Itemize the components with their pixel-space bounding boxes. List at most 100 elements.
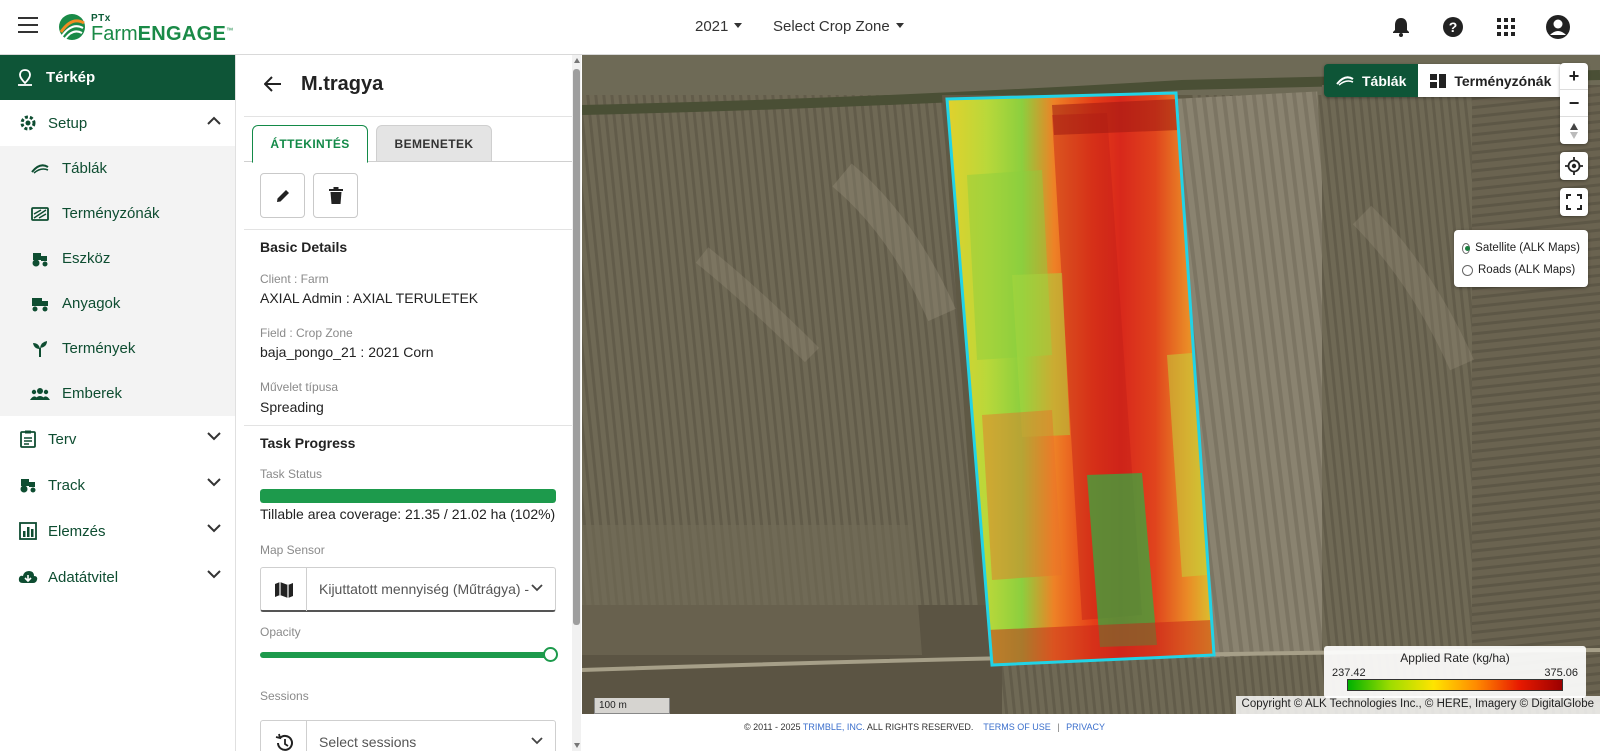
zoom-controls: + − (1560, 63, 1588, 144)
field-label: Field : Crop Zone (260, 326, 353, 340)
map-sensor-value: Kijuttatott mennyiség (Műtrágya) - kg/ha (319, 581, 531, 597)
sidebar-item-setup[interactable]: Setup (0, 100, 235, 146)
logo-engage: ENGAGE (137, 23, 227, 45)
people-icon (30, 384, 50, 404)
sidebar-item-terkep[interactable]: Térkép (0, 55, 235, 100)
sprout-icon (30, 339, 50, 359)
scale-bar: 100 m (594, 698, 670, 714)
edit-button[interactable] (260, 173, 305, 218)
map-attribution: Copyright © ALK Technologies Inc., © HER… (1235, 696, 1600, 714)
rate-legend: Applied Rate (kg/ha) 237.42 375.06 (1324, 646, 1586, 698)
tab-overview[interactable]: ÁTTEKINTÉS (252, 125, 368, 163)
footer-privacy-link[interactable]: PRIVACY (1066, 722, 1105, 732)
tractor-icon (30, 249, 50, 269)
client-value: AXIAL Admin : AXIAL TERULETEK (260, 290, 479, 306)
client-label: Client : Farm (260, 272, 329, 286)
chevron-down-icon (531, 737, 543, 745)
scroll-down-icon[interactable] (574, 743, 580, 748)
sidebar-item-label: Setup (48, 114, 88, 132)
locate-button[interactable] (1560, 152, 1588, 180)
sidebar-item-label: Táblák (62, 160, 108, 177)
delete-button[interactable] (313, 173, 358, 218)
task-status-label: Task Status (260, 467, 323, 481)
sessions-label: Sessions (260, 689, 309, 703)
field-value: baja_pongo_21 : 2021 Corn (260, 344, 434, 360)
map-sensor-label: Map Sensor (260, 543, 325, 557)
pencil-icon (276, 189, 289, 202)
zoom-out-button[interactable]: − (1560, 90, 1588, 117)
map-pin-icon (18, 68, 32, 86)
zoom-in-button[interactable]: + (1560, 63, 1588, 90)
action-bar (244, 162, 572, 230)
scrollbar-thumb[interactable] (573, 69, 580, 625)
compass-button[interactable] (1560, 117, 1588, 144)
crop-zone-value: Select Crop Zone (773, 18, 890, 35)
legend-min: 237.42 (1332, 667, 1366, 679)
sidebar-item-emberek[interactable]: Emberek (0, 371, 235, 416)
sidebar-item-elemzes[interactable]: Elemzés (0, 508, 235, 554)
fullscreen-button[interactable] (1560, 188, 1588, 216)
chevron-down-icon (207, 432, 221, 441)
slider-handle[interactable] (543, 647, 558, 662)
gear-icon (18, 113, 38, 133)
basemap-satellite-label: Satellite (ALK Maps) (1475, 242, 1580, 254)
legend-color-bar (1347, 679, 1563, 691)
sidebar-item-eszkoz[interactable]: Eszköz (0, 236, 235, 281)
apps-grid-icon[interactable] (1493, 14, 1519, 40)
sidebar-item-label: Elemzés (48, 522, 106, 540)
svg-text:?: ? (1449, 19, 1458, 35)
toggle-fields-button[interactable]: Táblák (1324, 64, 1419, 97)
menu-icon[interactable] (18, 17, 38, 33)
map-sensor-select[interactable]: Kijuttatott mennyiség (Műtrágya) - kg/ha (260, 567, 556, 612)
top-bar: PTx FarmENGAGE™ 2021 Select Crop Zone ? (0, 0, 1600, 55)
sidebar-item-terv[interactable]: Terv (0, 416, 235, 462)
sidebar-item-label: Térkép (46, 69, 96, 86)
sidebar-item-label: Eszköz (62, 250, 111, 267)
account-icon[interactable] (1545, 14, 1571, 40)
sidebar: Térkép Setup Táblák Terményzónák Eszköz … (0, 55, 236, 751)
chevron-down-icon (531, 584, 543, 592)
task-details-panel: M.tragya ÁTTEKINTÉS BEMENETEK Basic Deta… (244, 55, 572, 751)
bell-icon[interactable] (1388, 14, 1414, 40)
sidebar-item-termenyzonak[interactable]: Terményzónák (0, 191, 235, 236)
year-dropdown[interactable]: 2021 (695, 18, 743, 35)
help-icon[interactable]: ? (1440, 14, 1466, 40)
caret-down-icon (734, 22, 743, 28)
chevron-up-icon (207, 116, 221, 125)
toggle-cropzones-button[interactable]: Terményzónák (1418, 64, 1564, 97)
radio-unselected[interactable] (1462, 264, 1473, 276)
panel-scrollbar[interactable] (572, 55, 581, 751)
field-rate-layer[interactable] (947, 93, 1214, 665)
operation-type-label: Művelet típusa (260, 380, 339, 394)
footer-trimble-link[interactable]: TRIMBLE, INC. (803, 722, 865, 732)
compass-icon (1570, 122, 1578, 139)
map-view[interactable]: Táblák Terményzónák + − Satellite (ALK M… (582, 55, 1600, 751)
back-arrow-icon[interactable] (264, 75, 282, 93)
basemap-roads-option[interactable]: Roads (ALK Maps) (1462, 259, 1580, 281)
chevron-down-icon (207, 570, 221, 579)
toggle-cropzones-label: Terményzónák (1454, 72, 1552, 89)
tab-inputs[interactable]: BEMENETEK (376, 125, 492, 162)
crop-zone-dropdown[interactable]: Select Crop Zone (773, 18, 904, 35)
basemap-satellite-option[interactable]: Satellite (ALK Maps) (1462, 237, 1580, 259)
sidebar-item-label: Terv (48, 430, 77, 448)
footer-rights: ALL RIGHTS RESERVED. (866, 722, 974, 732)
slider-rail (260, 652, 550, 658)
sessions-select[interactable]: Select sessions (260, 720, 556, 751)
map-icon (261, 568, 307, 611)
sessions-placeholder: Select sessions (319, 734, 417, 750)
sidebar-item-tablak[interactable]: Táblák (0, 146, 235, 191)
sidebar-item-termenyek[interactable]: Termények (0, 326, 235, 371)
task-progress-heading: Task Progress (260, 435, 356, 451)
radio-selected[interactable] (1462, 242, 1471, 254)
sidebar-item-anyagok[interactable]: Anyagok (0, 281, 235, 326)
footer-text: © 2011 - 2025 TRIMBLE, INC. ALL RIGHTS R… (744, 722, 1105, 732)
footer-terms-link[interactable]: TERMS OF USE (983, 722, 1051, 732)
scroll-up-icon[interactable] (574, 58, 580, 63)
sidebar-item-label: Track (48, 476, 85, 494)
clipboard-icon (18, 429, 38, 449)
opacity-slider[interactable] (260, 647, 558, 663)
sidebar-item-adatatvitel[interactable]: Adatátvitel (0, 554, 235, 600)
sidebar-item-label: Anyagok (62, 295, 121, 312)
sidebar-item-track[interactable]: Track (0, 462, 235, 508)
